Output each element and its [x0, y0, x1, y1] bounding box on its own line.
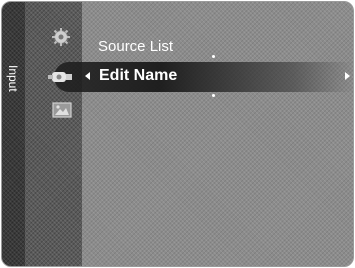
gear-icon[interactable] — [51, 27, 71, 47]
picture-icon[interactable] — [52, 102, 72, 118]
menu-item-source-list[interactable]: Source List — [82, 34, 342, 60]
tv-menu-panel: Input Source List Edit Name — [1, 1, 354, 267]
menu-item-edit-name[interactable]: Edit Name — [82, 64, 353, 90]
scroll-down-dot — [212, 94, 215, 97]
menu-item-label: Source List — [98, 38, 174, 55]
sidebar-label: Input — [6, 64, 20, 92]
arrow-right-icon[interactable] — [345, 72, 350, 80]
sidebar: Input — [2, 2, 25, 266]
input-plug-icon[interactable] — [46, 68, 74, 86]
menu-item-label: Edit Name — [99, 67, 178, 84]
